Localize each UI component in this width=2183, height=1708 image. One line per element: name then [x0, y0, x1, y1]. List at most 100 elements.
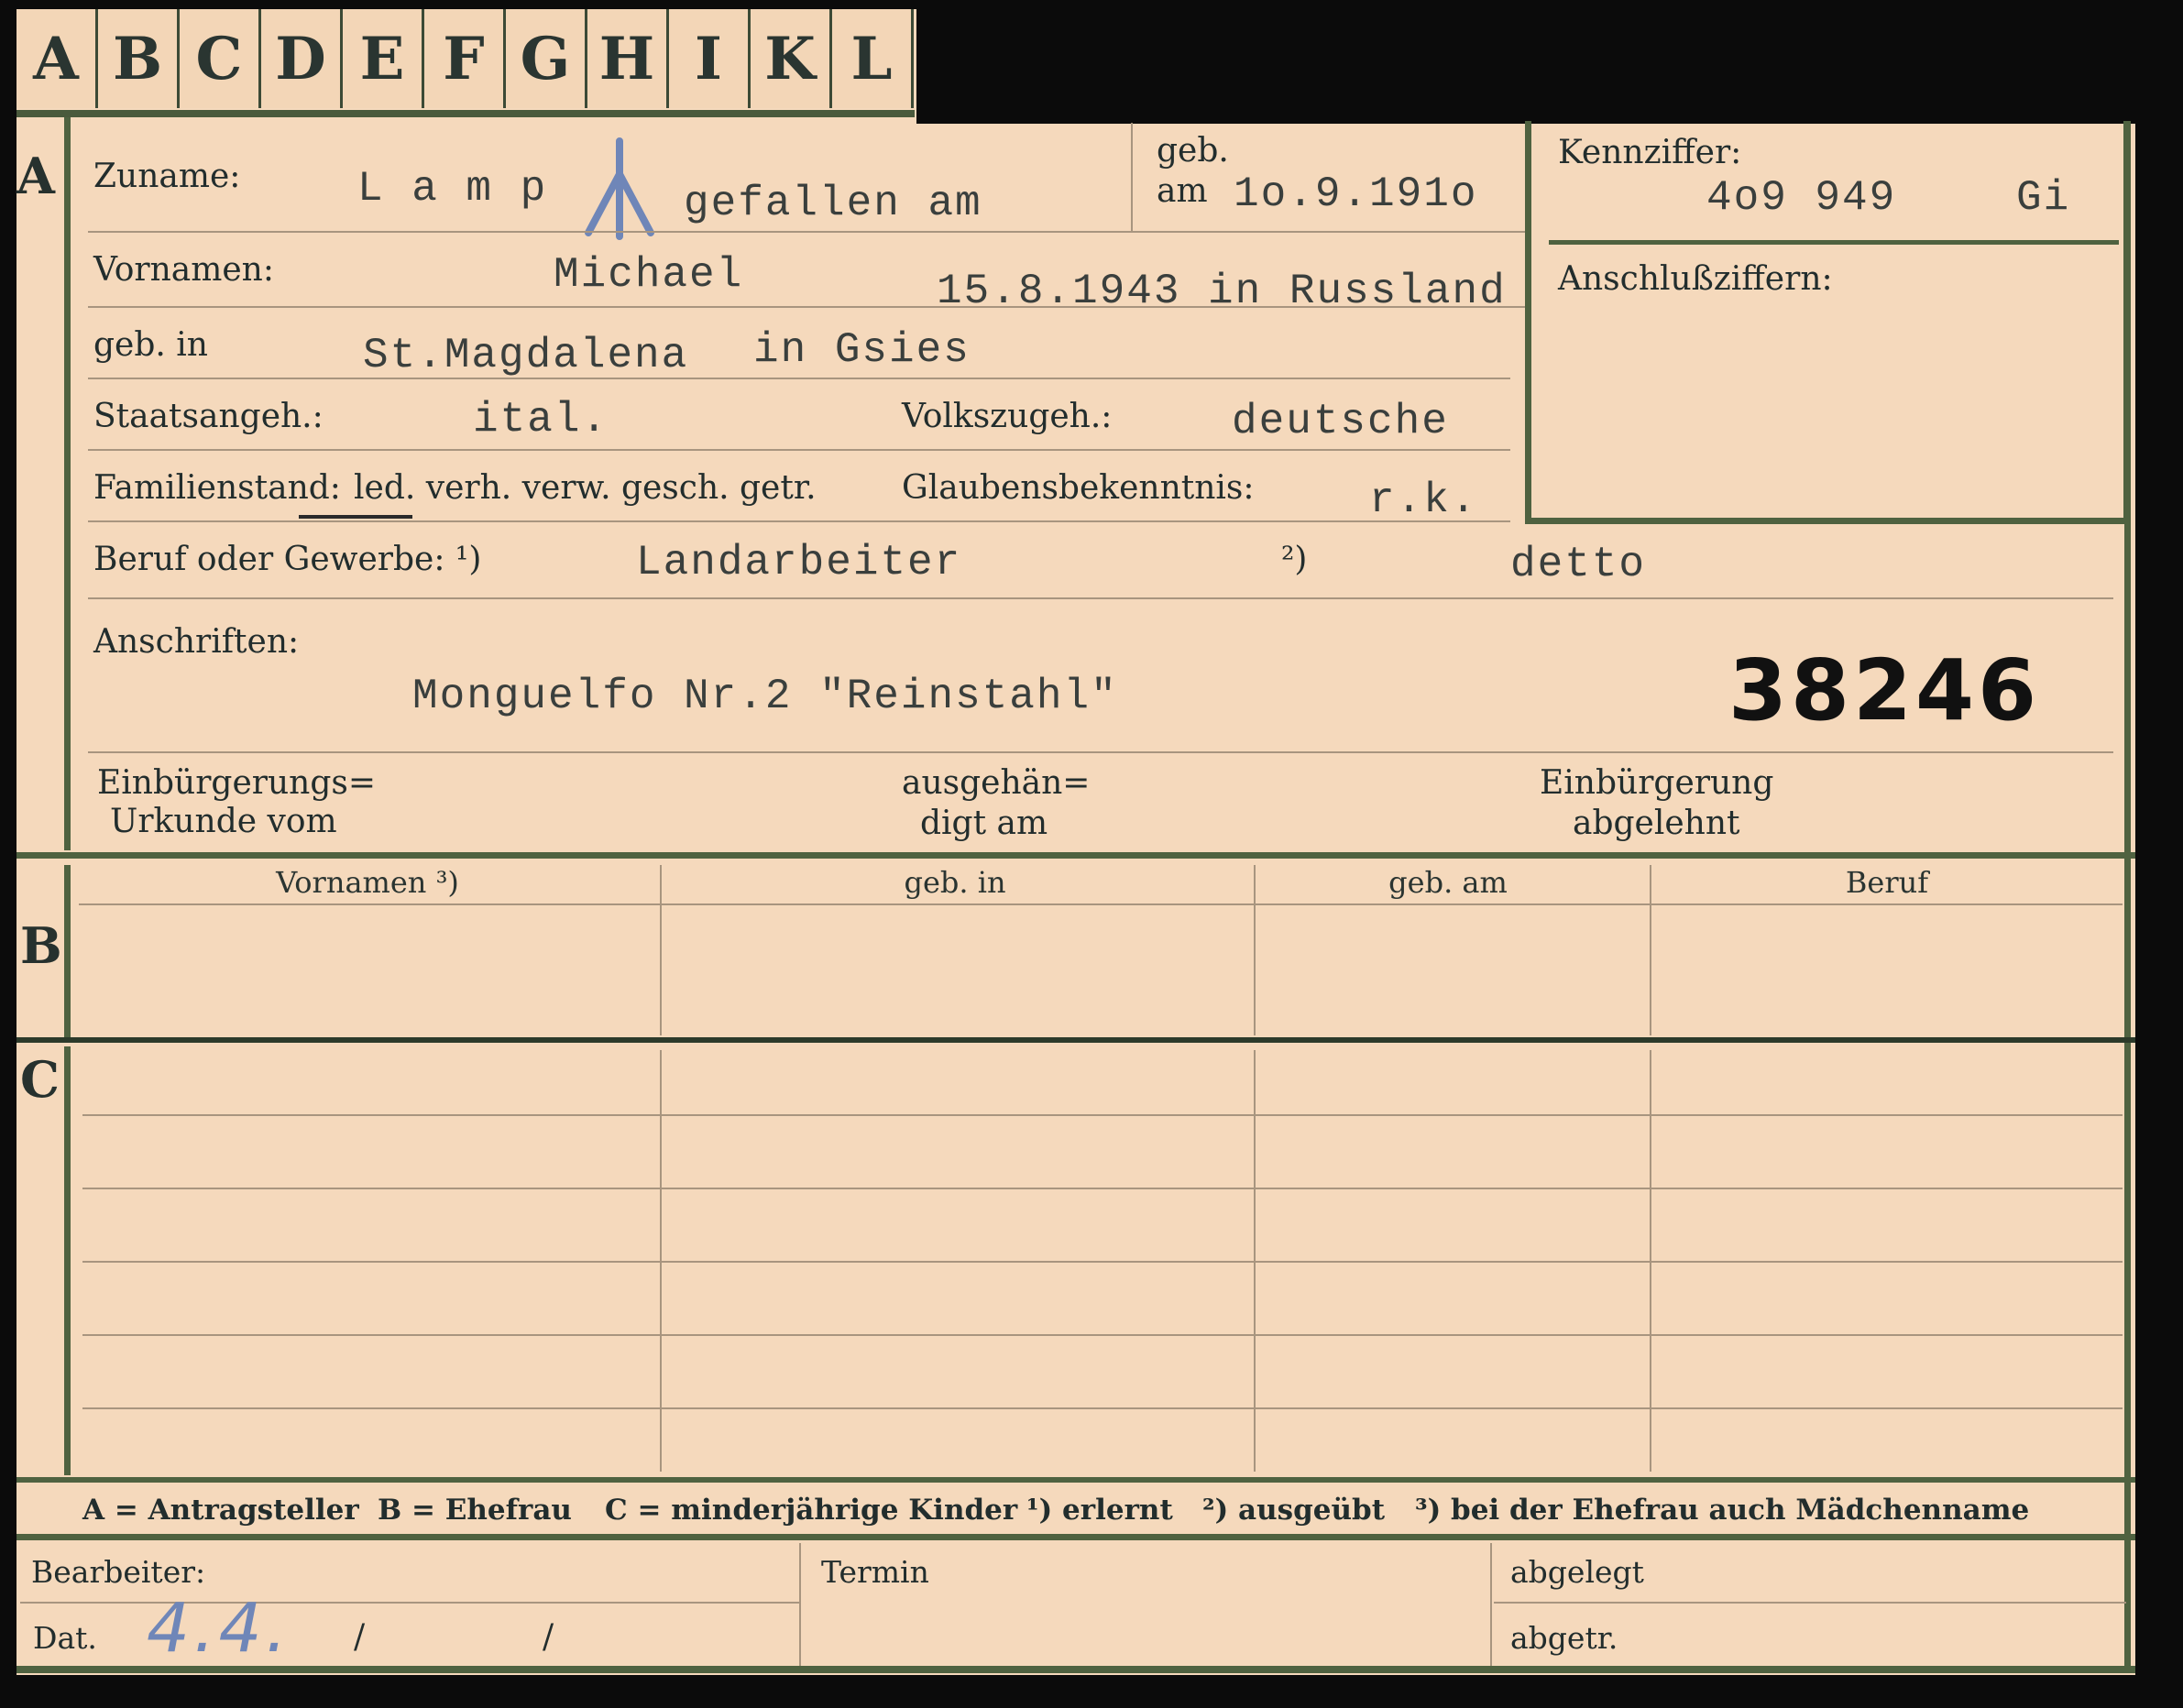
dat-slash-1: / [354, 1618, 366, 1656]
abgetr-label: abgetr. [1510, 1620, 1618, 1656]
row-rule [88, 231, 1525, 233]
tab-h[interactable]: H [587, 9, 669, 108]
footnote-a: A = Antragsteller [82, 1494, 359, 1527]
death-cross-icon [585, 137, 654, 240]
glaubensbekenntnis-value: r.k. [1369, 476, 1478, 524]
einbuergerung-label-1: Einbürgerung [1540, 764, 1774, 802]
section-divider [16, 852, 2135, 859]
tab-e[interactable]: E [343, 9, 424, 108]
ausgehaendigt-label-1: ausgehän= [902, 764, 1091, 802]
kennziffer-divider [1549, 240, 2119, 245]
section-c-left-border [64, 1046, 71, 1475]
anschriften-label: Anschriften: [93, 623, 300, 661]
dat-handwritten: 4.4. [147, 1589, 291, 1668]
zuname-label: Zuname: [93, 158, 241, 195]
col-header-beruf: Beruf [1845, 865, 1929, 900]
volkszugeh-label: Volkszugeh.: [902, 398, 1113, 435]
b-geb-in-cell[interactable] [664, 907, 1252, 1032]
col-divider [1650, 865, 1651, 1035]
b-beruf-cell[interactable] [1653, 907, 2121, 1032]
card-bottom-border [16, 1666, 2135, 1673]
tab-k[interactable]: K [751, 9, 832, 108]
section-a-letter: A [16, 147, 55, 205]
geb-am-label-bottom: am [1157, 172, 1208, 210]
col-header-geb-in: geb. in [904, 865, 1006, 900]
tab-f[interactable]: F [424, 9, 506, 108]
footnote-1: ¹) erlernt [1026, 1494, 1173, 1527]
tab-i[interactable]: I [669, 9, 751, 108]
row-rule [88, 306, 1525, 308]
row-rule [88, 520, 1510, 522]
col-divider [1254, 865, 1256, 1035]
alphabet-tab-strip: A B C D E F G H I K L [16, 9, 915, 117]
beruf-value-1: Landarbeiter [636, 539, 962, 586]
section-a-left-border [64, 117, 71, 850]
footnote-3: ³) bei der Ehefrau auch Mädchenname [1415, 1494, 2030, 1527]
dat-label: Dat. [33, 1620, 97, 1656]
geb-in-value: St.Magdalena [363, 332, 689, 379]
b-vornamen-cell[interactable] [79, 907, 658, 1032]
footnote-bottom-border [16, 1534, 2135, 1540]
kennziffer-label: Kennziffer: [1558, 134, 1742, 171]
bearbeiter-label: Bearbeiter: [31, 1554, 206, 1590]
glaubensbekenntnis-label: Glaubensbekenntnis: [902, 469, 1255, 507]
zuname-value: L a m p [357, 165, 548, 213]
staatsangeh-label: Staatsangeh.: [93, 398, 324, 435]
staatsangeh-value: ital. [473, 396, 609, 443]
geb-in-label: geb. in [93, 326, 208, 364]
einbuergerung-label-2: abgelehnt [1573, 805, 1740, 842]
col-header-geb-am: geb. am [1388, 865, 1508, 900]
tab-a[interactable]: A [16, 9, 98, 108]
section-c-letter: C [20, 1050, 60, 1109]
section-divider [16, 1037, 2135, 1043]
vornamen-label: Vornamen: [93, 251, 274, 289]
einbuergerungs-label-1: Einbürgerungs= [97, 764, 377, 802]
anschrift-value: Monguelfo Nr.2 "Reinstahl" [412, 673, 1118, 720]
tab-l[interactable]: L [832, 9, 914, 108]
footnote-c: C = minderjährige Kinder [605, 1494, 1018, 1527]
row-rule [88, 751, 2113, 753]
geb-in-value-2: in Gsies [753, 326, 971, 374]
volkszugeh-value: deutsche [1232, 398, 1449, 445]
geb-am-divider [1131, 123, 1133, 231]
familienstand-underline [299, 515, 412, 519]
b-geb-am-cell[interactable] [1257, 907, 1648, 1032]
header-rule [79, 903, 2123, 905]
table-row-rule [82, 1188, 2123, 1189]
col-divider [660, 865, 662, 1035]
footnote-2: ²) ausgeübt [1202, 1494, 1386, 1527]
bottom-col-divider [799, 1543, 801, 1668]
footnote-b: B = Ehefrau [378, 1494, 572, 1527]
dat-slash-2: / [543, 1618, 554, 1656]
table-row-rule [82, 1334, 2123, 1336]
abgelegt-rule [1494, 1602, 2126, 1604]
ausgehaendigt-label-2: digt am [920, 805, 1048, 842]
row-rule [88, 378, 1510, 379]
card-right-border [2124, 121, 2131, 1670]
tab-c[interactable]: C [180, 9, 261, 108]
familienstand-options: led. verh. verw. gesch. getr. [354, 469, 817, 507]
kennziffer-value: 4o9 949 [1706, 174, 1897, 222]
scan-background [916, 0, 2183, 124]
kennziffer-suffix: Gi [2016, 174, 2071, 222]
tab-strip-border [16, 110, 915, 117]
vornamen-value: Michael [554, 251, 744, 299]
anschlussziffern-label: Anschlußziffern: [1558, 260, 1833, 298]
table-row-rule [82, 1261, 2123, 1263]
geb-am-label-top: geb. [1157, 132, 1229, 170]
termin-label: Termin [821, 1554, 929, 1590]
stamp-number: 38246 [1728, 641, 2041, 739]
footnote-top-border [16, 1477, 2135, 1483]
bottom-col-divider [1490, 1543, 1492, 1668]
col-header-vornamen: Vornamen ³) [276, 865, 459, 900]
tab-d[interactable]: D [261, 9, 343, 108]
tab-g[interactable]: G [506, 9, 587, 108]
geb-am-value: 1o.9.191o [1234, 170, 1478, 218]
table-row-rule [82, 1407, 2123, 1409]
tab-b[interactable]: B [98, 9, 180, 108]
row-rule [88, 597, 2113, 599]
row-rule [88, 449, 1510, 451]
gefallen-detail-value: 15.8.1943 in Russland [937, 268, 1507, 315]
bearbeiter-rule [20, 1602, 799, 1604]
einbuergerungs-label-2: Urkunde vom [110, 803, 337, 840]
